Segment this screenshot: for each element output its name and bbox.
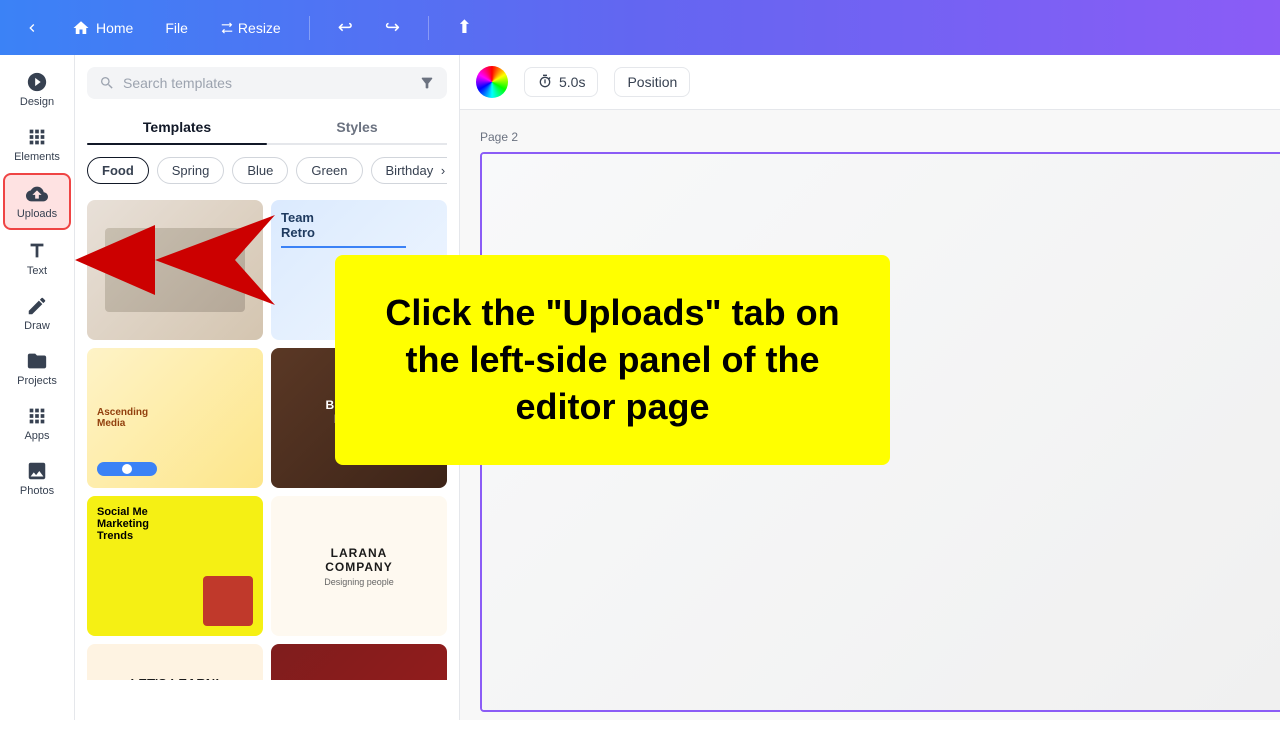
position-button[interactable]: Position bbox=[614, 67, 690, 97]
template-card-6[interactable]: LARANA COMPANY Designing people bbox=[271, 496, 447, 636]
design-label: Design bbox=[20, 96, 54, 108]
sidebar-item-projects[interactable]: Projects bbox=[3, 342, 71, 395]
search-bar bbox=[87, 67, 447, 99]
projects-label: Projects bbox=[17, 375, 57, 387]
sidebar-item-draw[interactable]: Draw bbox=[3, 287, 71, 340]
sidebar-item-photos[interactable]: Photos bbox=[3, 452, 71, 505]
home-label: Home bbox=[96, 20, 133, 36]
resize-button[interactable]: Resize bbox=[212, 16, 289, 40]
file-button[interactable]: File bbox=[157, 16, 196, 40]
timer-badge[interactable]: 5.0s bbox=[524, 67, 598, 97]
photos-label: Photos bbox=[20, 485, 54, 497]
canvas-toolbar: 5.0s Position bbox=[460, 55, 1280, 110]
tooltip-text: Click the "Uploads" tab on the left-side… bbox=[365, 290, 860, 430]
redo-button[interactable]: ↪ bbox=[377, 13, 408, 42]
sidebar-item-elements[interactable]: Elements bbox=[3, 118, 71, 171]
sidebar-item-apps[interactable]: Apps bbox=[3, 397, 71, 450]
sidebar-item-uploads[interactable]: Uploads bbox=[3, 173, 71, 230]
panel-tabs: Templates Styles bbox=[87, 111, 447, 145]
timer-value: 5.0s bbox=[559, 74, 585, 90]
uploads-label: Uploads bbox=[17, 208, 57, 220]
elements-label: Elements bbox=[14, 151, 60, 163]
sidebar: Design Elements Uploads Text Draw Projec… bbox=[0, 55, 75, 720]
home-button[interactable]: Home bbox=[64, 15, 141, 41]
template-card-5[interactable]: Social Me Marketing Trends bbox=[87, 496, 263, 636]
template-card-7[interactable]: LET'S LEARN! EDUCATION AND MORE... bbox=[87, 644, 263, 680]
search-input[interactable] bbox=[123, 75, 411, 91]
sidebar-item-text[interactable]: Text bbox=[3, 232, 71, 285]
divider bbox=[309, 16, 310, 40]
upload-button[interactable]: ⬆ bbox=[449, 13, 480, 42]
top-bar: Home File Resize ↩ ↪ ⬆ bbox=[0, 0, 1280, 55]
page-label: Page 2 bbox=[480, 130, 1260, 144]
undo-button[interactable]: ↩ bbox=[330, 13, 361, 42]
timer-icon bbox=[537, 74, 553, 90]
divider2 bbox=[428, 16, 429, 40]
template-card-1[interactable] bbox=[87, 200, 263, 340]
pill-green[interactable]: Green bbox=[296, 157, 362, 184]
pill-spring[interactable]: Spring bbox=[157, 157, 225, 184]
tab-templates[interactable]: Templates bbox=[87, 111, 267, 143]
tab-styles[interactable]: Styles bbox=[267, 111, 447, 143]
file-label: File bbox=[165, 20, 188, 36]
pill-birthday[interactable]: Birthday › bbox=[371, 157, 447, 184]
color-icon[interactable] bbox=[476, 66, 508, 98]
pill-food[interactable]: Food bbox=[87, 157, 149, 184]
pill-blue[interactable]: Blue bbox=[232, 157, 288, 184]
back-button[interactable] bbox=[16, 16, 48, 40]
draw-label: Draw bbox=[24, 320, 50, 332]
sidebar-item-design[interactable]: Design bbox=[3, 63, 71, 116]
template-card-3[interactable]: Ascending Media bbox=[87, 348, 263, 488]
filter-icon[interactable] bbox=[419, 75, 435, 91]
category-pills: Food Spring Blue Green Birthday › bbox=[87, 157, 447, 188]
resize-label: Resize bbox=[238, 20, 281, 36]
template-card-8[interactable]: History bbox=[271, 644, 447, 680]
search-icon bbox=[99, 75, 115, 91]
apps-label: Apps bbox=[24, 430, 49, 442]
text-label: Text bbox=[27, 265, 47, 277]
instruction-tooltip: Click the "Uploads" tab on the left-side… bbox=[335, 255, 890, 465]
